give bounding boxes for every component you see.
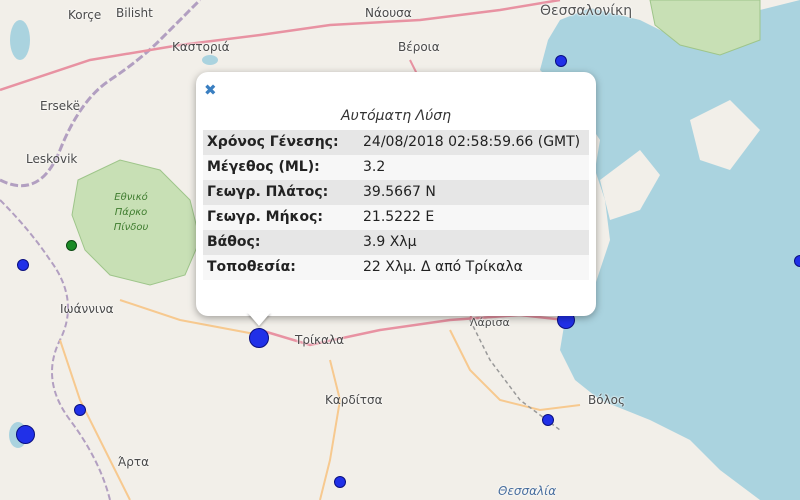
info-value-location: 22 Χλμ. Δ από Τρίκαλα xyxy=(363,259,523,275)
info-label-location: Τοποθεσία: xyxy=(207,259,296,275)
place-label-volos: Βόλος xyxy=(588,393,626,407)
table-row: Χρόνος Γένεσης: 24/08/2018 02:58:59.66 (… xyxy=(203,130,589,155)
table-row: Γεωγρ. Μήκος: 21.5222 E xyxy=(203,205,589,230)
park-label-line: Πάρκο xyxy=(114,207,148,218)
earthquake-marker[interactable] xyxy=(555,55,567,67)
place-label-arta: Άρτα xyxy=(118,455,150,469)
earthquake-marker-selected[interactable] xyxy=(249,328,269,348)
park-label-line: Εθνικό xyxy=(114,192,148,203)
place-label-leskovik: Leskovik xyxy=(26,152,78,166)
info-value-latitude: 39.5667 N xyxy=(363,184,436,200)
table-row: Γεωγρ. Πλάτος: 39.5667 N xyxy=(203,180,589,205)
popup-title: Αυτόματη Λύση xyxy=(341,108,451,124)
info-label-origin-time: Χρόνος Γένεσης: xyxy=(207,134,339,150)
place-label-thessaloniki: Θεσσαλονίκη xyxy=(540,3,633,19)
info-label-latitude: Γεωγρ. Πλάτος: xyxy=(207,184,329,200)
close-icon[interactable]: ✖ xyxy=(204,82,217,98)
earthquake-marker[interactable] xyxy=(16,425,35,444)
earthquake-popup: ✖ Αυτόματη Λύση Χρόνος Γένεσης: 24/08/20… xyxy=(196,72,596,316)
info-label-magnitude: Μέγεθος (ML): xyxy=(207,159,320,175)
info-label-depth: Βάθος: xyxy=(207,234,261,250)
place-label-thessalia: Θεσσαλία xyxy=(498,484,557,498)
popup-pointer xyxy=(247,312,271,326)
earthquake-info-table: Χρόνος Γένεσης: 24/08/2018 02:58:59.66 (… xyxy=(203,130,589,280)
table-row: Μέγεθος (ML): 3.2 xyxy=(203,155,589,180)
place-label-ioannina: Ιωάννινα xyxy=(60,302,114,316)
info-value-depth: 3.9 Χλμ xyxy=(363,234,417,250)
info-label-longitude: Γεωγρ. Μήκος: xyxy=(207,209,323,225)
info-value-longitude: 21.5222 E xyxy=(363,209,435,225)
table-row: Βάθος: 3.9 Χλμ xyxy=(203,230,589,255)
table-row: Τοποθεσία: 22 Χλμ. Δ από Τρίκαλα xyxy=(203,255,589,280)
earthquake-marker[interactable] xyxy=(794,255,800,267)
info-value-magnitude: 3.2 xyxy=(363,159,386,175)
place-label-trikala: Τρίκαλα xyxy=(295,333,345,347)
earthquake-marker[interactable] xyxy=(334,476,346,488)
place-label-karditsa: Καρδίτσα xyxy=(325,393,383,407)
place-label-kastoria: Καστοριά xyxy=(172,40,230,54)
place-label-ersek: Ersekë xyxy=(40,99,81,113)
park-label-pindos: Εθνικό Πάρκο Πίνδου xyxy=(96,190,166,235)
earthquake-marker[interactable] xyxy=(542,414,554,426)
place-label-bilisht: Bilisht xyxy=(116,6,153,20)
earthquake-marker[interactable] xyxy=(17,259,29,271)
earthquake-marker[interactable] xyxy=(74,404,86,416)
place-label-naousa: Νάουσα xyxy=(365,6,412,20)
place-label-veroia: Βέροια xyxy=(398,40,440,54)
park-label-line: Πίνδου xyxy=(113,222,149,233)
place-label-korce: Korçe xyxy=(68,8,102,22)
station-marker[interactable] xyxy=(66,240,77,251)
info-value-origin-time: 24/08/2018 02:58:59.66 (GMT) xyxy=(363,134,581,150)
place-label-larisa: Λάρισα xyxy=(470,316,510,329)
